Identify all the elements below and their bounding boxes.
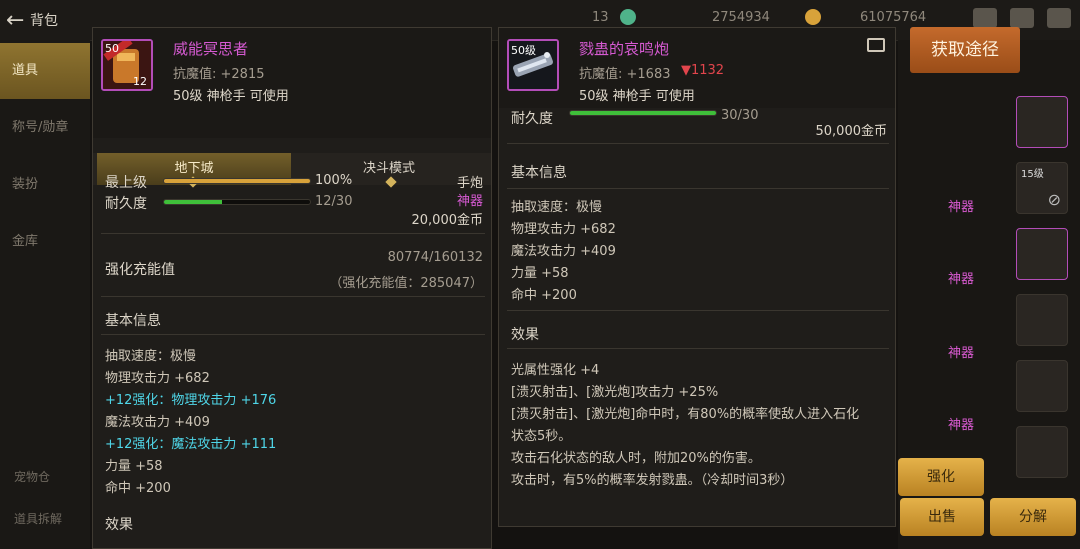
durability-bar bbox=[569, 110, 717, 116]
compare-item-tooltip: 50级 戮蛊的哀鸣炮 抗魔值: +1683 ▼1132 50级 神枪手 可使用 … bbox=[498, 27, 896, 527]
basic-info-title: 基本信息 bbox=[511, 165, 567, 181]
stat-line: 魔法攻击力 +409 bbox=[511, 244, 616, 259]
effect-line: [溃灭射击]、[激光炮]攻击力 +25% bbox=[511, 385, 719, 400]
charge-label: 强化充能值 bbox=[105, 262, 175, 278]
effect-line: 状态5秒。 bbox=[511, 429, 572, 444]
charge-sub: （强化充能值：285047） bbox=[329, 276, 483, 291]
back-arrow-icon[interactable]: ← bbox=[6, 8, 24, 33]
resist-diff: ▼1132 bbox=[681, 63, 725, 78]
equipped-item-tooltip: 12 50 威能冥思者 抗魔值: +2815 50级 神枪手 可使用 地下城 决… bbox=[92, 27, 492, 549]
inventory-slot[interactable] bbox=[1016, 426, 1068, 478]
effect-line: 光属性强化 +4 bbox=[511, 363, 600, 378]
menu-icon[interactable] bbox=[1047, 8, 1071, 28]
stat-line: 物理攻击力 +682 bbox=[511, 222, 616, 237]
item-rarity: 神器 bbox=[456, 194, 483, 209]
divider bbox=[101, 296, 485, 297]
stat-line-enhance: +12强化：物理攻击力 +176 bbox=[105, 393, 277, 408]
rarity-label: 神器 bbox=[948, 272, 975, 287]
effect-line: [溃灭射击]、[激光炮]命中时，有80%的概率使敌人进入石化 bbox=[511, 407, 860, 422]
basic-info-title: 基本信息 bbox=[105, 313, 161, 329]
effect-line: 攻击时，有5%的概率发射戮蛊。（冷却时间3秒） bbox=[511, 473, 794, 488]
max-level-label: 最上级 bbox=[105, 175, 147, 191]
divider bbox=[101, 233, 485, 234]
mail-icon[interactable] bbox=[1010, 8, 1034, 28]
crystal-icon bbox=[620, 9, 636, 25]
effect-title-partial: 效果 bbox=[105, 517, 133, 533]
durability-bar bbox=[163, 199, 311, 205]
shop-icon[interactable] bbox=[973, 8, 997, 28]
inventory-slot[interactable] bbox=[1016, 228, 1068, 280]
nav-item-items[interactable]: 道具 bbox=[0, 43, 90, 99]
item-level: 50 bbox=[105, 42, 119, 55]
item-price: 50,000金币 bbox=[815, 124, 888, 139]
item-name: 威能冥思者 bbox=[173, 40, 249, 58]
durability-fill bbox=[570, 111, 716, 115]
max-level-fill bbox=[164, 179, 310, 183]
divider bbox=[507, 188, 889, 189]
item-requirement: 50级 神枪手 可使用 bbox=[173, 89, 289, 104]
durability-fill bbox=[164, 200, 223, 204]
inventory-slot[interactable] bbox=[1016, 96, 1068, 148]
item-resist: 抗魔值: +1683 bbox=[579, 67, 671, 82]
stat-line: 抽取速度：极慢 bbox=[511, 200, 603, 215]
stat-line: 抽取速度：极慢 bbox=[105, 349, 197, 364]
svg-text:12: 12 bbox=[133, 75, 147, 88]
item-type: 手炮 bbox=[456, 176, 483, 191]
effect-title: 效果 bbox=[511, 327, 539, 343]
page-title: 背包 bbox=[30, 13, 58, 29]
max-level-bar bbox=[163, 178, 311, 184]
obtain-route-button[interactable]: 获取途径 bbox=[910, 27, 1020, 73]
disabled-icon: ⊘ bbox=[1047, 190, 1061, 209]
slot-level: 15级 bbox=[1021, 169, 1044, 180]
item-name: 戮蛊的哀鸣炮 bbox=[579, 40, 670, 58]
nav-item-avatar[interactable]: 装扮 bbox=[0, 157, 90, 213]
gold-coin-icon bbox=[805, 9, 821, 25]
stat-line-enhance: +12强化：魔法攻击力 +111 bbox=[105, 437, 277, 452]
left-nav: 道具 称号/勋章 装扮 金库 宠物仓 道具拆解 bbox=[0, 40, 90, 549]
charge-value: 80774/160132 bbox=[387, 250, 483, 265]
item-price: 20,000金币 bbox=[411, 213, 484, 228]
rarity-label: 神器 bbox=[948, 418, 975, 433]
currency-1: 13 bbox=[592, 10, 609, 25]
dismantle-button[interactable]: 分解 bbox=[990, 498, 1076, 536]
share-icon[interactable] bbox=[867, 38, 885, 52]
durability-label: 耐久度 bbox=[511, 111, 553, 127]
item-requirement: 50级 神枪手 可使用 bbox=[579, 89, 695, 104]
inventory-grid: 15级 ⊘ 神器 神器 神器 神器 强化 出售 分解 bbox=[898, 40, 1080, 549]
item-icon: 12 50 bbox=[101, 39, 153, 91]
currency-3: 61075764 bbox=[860, 10, 927, 25]
currency-2: 2754934 bbox=[712, 10, 770, 25]
divider bbox=[507, 310, 889, 311]
stat-line: 力量 +58 bbox=[105, 459, 163, 474]
max-level-value: 100% bbox=[315, 173, 353, 188]
stat-line: 魔法攻击力 +409 bbox=[105, 415, 210, 430]
inventory-slot[interactable]: 15级 ⊘ bbox=[1016, 162, 1068, 214]
enhance-button[interactable]: 强化 bbox=[898, 458, 984, 496]
durability-label: 耐久度 bbox=[105, 196, 147, 212]
rarity-label: 神器 bbox=[948, 200, 975, 215]
divider bbox=[507, 348, 889, 349]
stat-line: 命中 +200 bbox=[511, 288, 577, 303]
item-level: 50级 bbox=[511, 44, 536, 57]
stat-line: 物理攻击力 +682 bbox=[105, 371, 210, 386]
sell-button[interactable]: 出售 bbox=[900, 498, 984, 536]
inventory-slot[interactable] bbox=[1016, 294, 1068, 346]
divider bbox=[507, 143, 889, 144]
inventory-slot[interactable] bbox=[1016, 360, 1068, 412]
stat-line: 命中 +200 bbox=[105, 481, 171, 496]
nav-item-vault[interactable]: 金库 bbox=[0, 214, 90, 270]
durability-value: 30/30 bbox=[721, 108, 759, 123]
nav-foot-dismantle[interactable]: 道具拆解 bbox=[14, 510, 62, 527]
divider bbox=[101, 334, 485, 335]
nav-foot-pet[interactable]: 宠物仓 bbox=[14, 468, 50, 485]
rarity-label: 神器 bbox=[948, 346, 975, 361]
nav-item-titles[interactable]: 称号/勋章 bbox=[0, 100, 90, 156]
item-resist: 抗魔值: +2815 bbox=[173, 67, 265, 82]
durability-value: 12/30 bbox=[315, 194, 353, 209]
stat-line: 力量 +58 bbox=[511, 266, 569, 281]
effect-line: 攻击石化状态的敌人时，附加20%的伤害。 bbox=[511, 451, 761, 466]
item-icon: 50级 bbox=[507, 39, 559, 91]
